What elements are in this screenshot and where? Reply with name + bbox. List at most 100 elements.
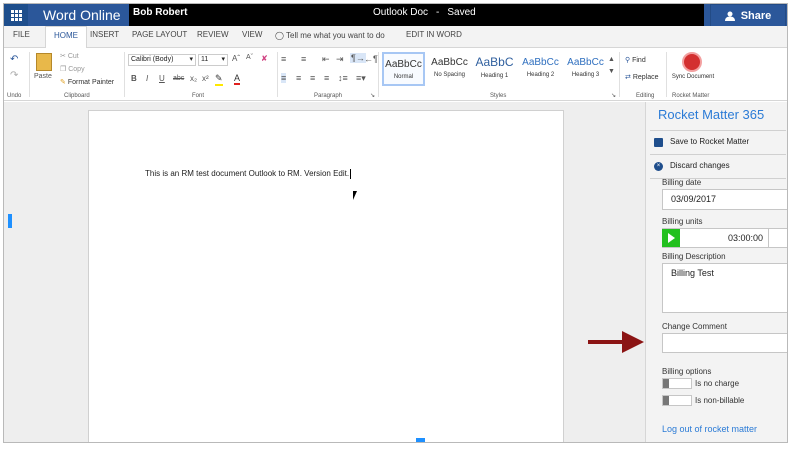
decrease-indent-icon[interactable]: ⇤ [322, 54, 330, 65]
sync-document-button[interactable]: Sync Document [671, 74, 715, 80]
chevron-down-icon: ▾ [221, 56, 225, 63]
save-to-rocket-matter-button[interactable]: Save to Rocket Matter [654, 132, 787, 152]
tab-view[interactable]: VIEW [242, 30, 262, 39]
style-normal[interactable]: AaBbCc Normal [382, 52, 425, 86]
share-button[interactable]: Share [710, 4, 786, 27]
billing-description-field[interactable]: Billing Test [662, 263, 787, 313]
styles-scroll-down-icon[interactable]: ▼ [608, 68, 615, 75]
style-no-spacing[interactable]: AaBbCc No Spacing [428, 52, 471, 86]
align-center-icon[interactable]: ≡ [296, 73, 301, 83]
font-size-value: 11 [201, 56, 209, 63]
rtl-icon[interactable]: ←¶ [364, 54, 378, 64]
lightbulb-icon: ◯ [275, 31, 284, 40]
user-icon [724, 11, 735, 21]
align-left-icon[interactable]: ≡ [281, 73, 287, 83]
edit-in-word-button[interactable]: EDIT IN WORD [406, 30, 462, 39]
left-resize-handle[interactable] [8, 214, 12, 228]
scissors-icon: ✂ [60, 53, 66, 60]
tab-review[interactable]: REVIEW [197, 30, 229, 39]
cut-button[interactable]: ✂ Cut [60, 52, 79, 60]
tab-insert[interactable]: INSERT [90, 30, 119, 39]
tab-home[interactable]: HOME [45, 26, 87, 48]
billing-units-field[interactable]: 03:00:00 [662, 228, 787, 248]
document-title-bar: Outlook Doc - Saved [359, 4, 704, 26]
style-name: No Spacing [433, 72, 466, 78]
styles-scroll-up-icon[interactable]: ▲ [608, 56, 615, 63]
divider [650, 130, 786, 131]
format-painter-button[interactable]: ✎ Format Painter [60, 78, 114, 86]
tell-me-box[interactable]: ◯ Tell me what you want to do [275, 31, 385, 40]
document-text: This is an RM test document Outlook to R… [145, 169, 350, 179]
tell-me-text: Tell me what you want to do [286, 31, 385, 40]
style-sample: AaBbCc [567, 57, 604, 68]
divider [124, 52, 125, 97]
discard-changes-button[interactable]: × Discard changes [654, 156, 787, 176]
underline-icon[interactable]: U [159, 74, 165, 83]
rocket-matter-group-label: Rocket Matter [672, 93, 710, 99]
superscript-icon[interactable]: x² [202, 74, 209, 83]
divider [666, 52, 667, 97]
style-heading-1[interactable]: AaBbC Heading 1 [473, 52, 516, 86]
strikethrough-icon[interactable]: abc [173, 75, 184, 82]
start-timer-button[interactable] [662, 229, 680, 247]
redo-icon[interactable]: ↷ [10, 70, 18, 81]
logout-link[interactable]: Log out of rocket matter [662, 424, 757, 434]
style-heading-3[interactable]: AaBbCc Heading 3 [564, 52, 607, 86]
divider [29, 52, 30, 97]
document-title[interactable]: Outlook Doc [373, 7, 428, 18]
justify-icon[interactable]: ≡ [324, 73, 329, 83]
font-group-label: Font [192, 93, 205, 99]
bottom-resize-handle[interactable] [416, 438, 425, 442]
rocket-matter-logo-icon[interactable] [682, 52, 702, 72]
mouse-pointer-icon [353, 191, 357, 200]
line-spacing-icon[interactable]: ↕≡ [338, 73, 348, 83]
paragraph-spacing-icon[interactable]: ≡▾ [356, 73, 366, 84]
tab-page-layout[interactable]: PAGE LAYOUT [132, 30, 187, 39]
find-button[interactable]: ⚲ Find [625, 56, 646, 64]
ribbon: ↶ ↷ Undo Paste ✂ Cut ❐ Copy ✎ Format Pai… [4, 48, 787, 101]
no-charge-toggle[interactable] [662, 378, 692, 389]
grow-font-icon[interactable]: Aˆ [232, 54, 240, 63]
increase-indent-icon[interactable]: ⇥ [336, 54, 344, 65]
document-page[interactable]: This is an RM test document Outlook to R… [88, 110, 564, 442]
user-name[interactable]: Bob Robert [129, 4, 359, 26]
bold-icon[interactable]: B [131, 74, 137, 83]
replace-button[interactable]: ⇄ Replace [625, 73, 659, 81]
bullets-icon[interactable]: ≡ [281, 54, 286, 64]
app-launcher-button[interactable] [4, 4, 28, 26]
font-name-select[interactable]: Calibri (Body) ▾ [128, 54, 196, 66]
style-sample: AaBbCc [431, 57, 468, 68]
undo-group-label: Undo [7, 93, 22, 99]
word-online-window: Word Online Bob Robert Outlook Doc - Saved… [3, 3, 788, 443]
waffle-icon [10, 9, 22, 21]
paste-button[interactable]: Paste [34, 73, 52, 80]
rocket-matter-pane: Rocket Matter 365 Save to Rocket Matter … [645, 102, 787, 442]
app-name[interactable]: Word Online [34, 4, 126, 26]
styles-expand-icon[interactable]: ↘ [611, 92, 616, 99]
font-color-icon[interactable]: A [234, 73, 241, 85]
format-painter-label: Format Painter [67, 79, 115, 86]
document-canvas[interactable]: This is an RM test document Outlook to R… [4, 102, 645, 442]
change-comment-field[interactable] [662, 333, 787, 353]
non-billable-toggle[interactable] [662, 395, 692, 406]
document-body[interactable]: This is an RM test document Outlook to R… [145, 169, 352, 179]
paragraph-expand-icon[interactable]: ↘ [370, 92, 375, 99]
style-heading-2[interactable]: AaBbCc Heading 2 [519, 52, 562, 86]
italic-icon[interactable]: I [146, 74, 148, 83]
clear-formatting-icon[interactable]: ✘ [261, 54, 268, 63]
billing-date-field[interactable]: 03/09/2017 [662, 189, 787, 210]
no-charge-label: Is no charge [695, 379, 740, 388]
style-name: Heading 1 [480, 73, 509, 79]
copy-button[interactable]: ❐ Copy [60, 65, 85, 73]
billing-units-value: 03:00:00 [727, 233, 763, 243]
highlight-icon[interactable]: ✎ [215, 73, 223, 86]
text-caret [350, 169, 352, 179]
undo-icon[interactable]: ↶ [10, 54, 18, 65]
clipboard-icon[interactable] [36, 53, 52, 71]
align-right-icon[interactable]: ≡ [310, 73, 315, 83]
numbering-icon[interactable]: ≡ [301, 54, 306, 64]
tab-file[interactable]: FILE [13, 30, 30, 39]
subscript-icon[interactable]: x₂ [190, 74, 197, 83]
font-size-select[interactable]: 11 ▾ [198, 54, 228, 66]
shrink-font-icon[interactable]: Aˇ [246, 54, 253, 61]
